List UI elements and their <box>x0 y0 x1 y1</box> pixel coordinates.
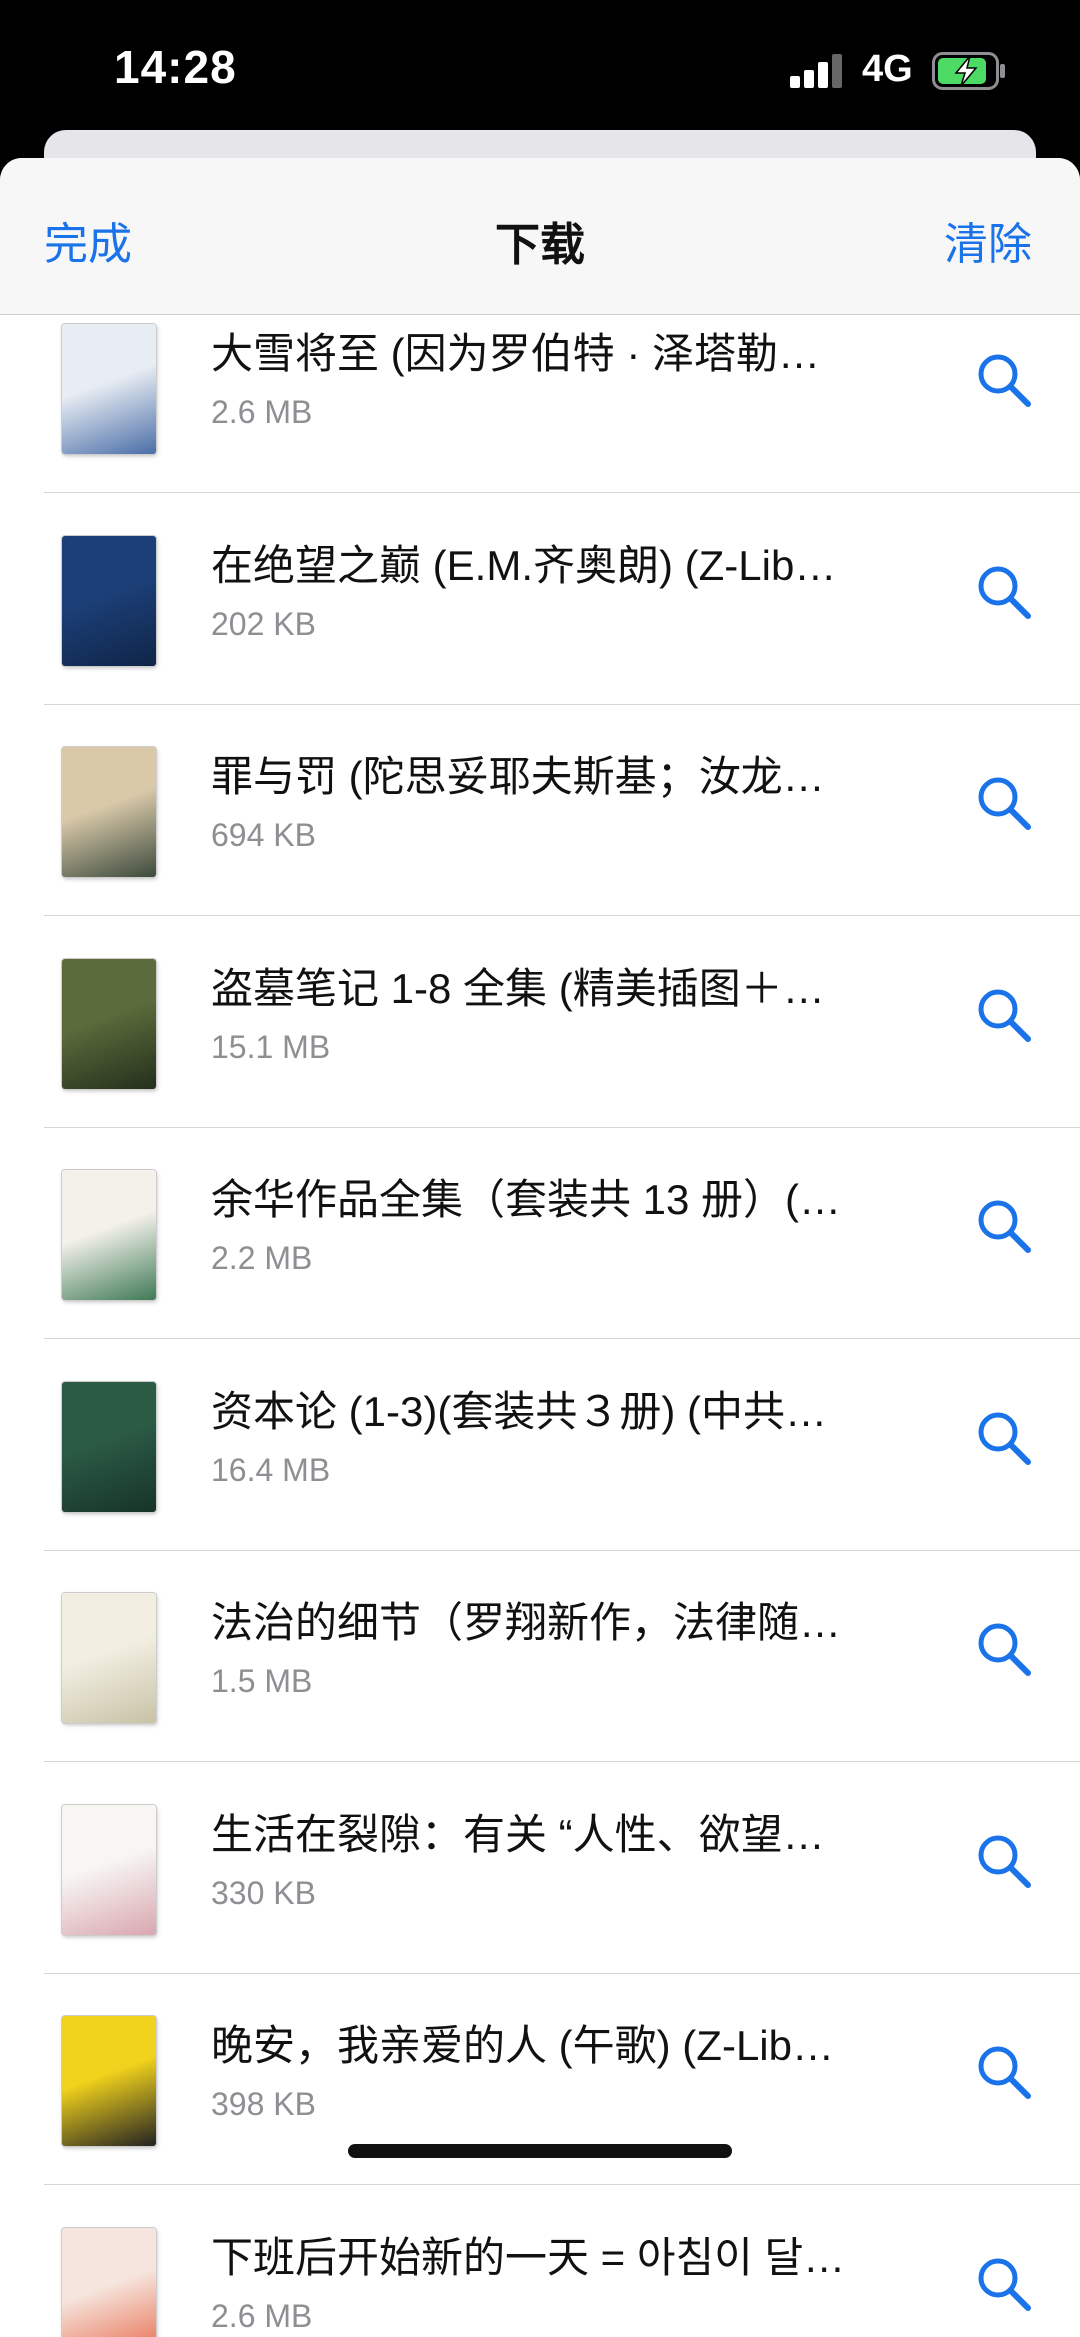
book-cover-thumbnail <box>62 1593 156 1723</box>
book-cover-thumbnail <box>62 1381 156 1512</box>
item-file-size: 1.5 MB <box>211 1663 313 1699</box>
item-title: 资本论 (1-3)(套装共３册) (中共… <box>211 1387 827 1435</box>
list-item[interactable]: 法治的细节（罗翔新作，法律随… 1.5 MB <box>0 1551 1080 1762</box>
item-title: 下班后开始新的一天 = 아침이 달… <box>211 2233 846 2281</box>
item-file-size: 15.1 MB <box>211 1028 331 1065</box>
item-title: 大雪将至 (因为罗伯特 · 泽塔勒… <box>211 330 820 377</box>
item-title: 法治的细节（罗翔新作，法律随… <box>211 1599 842 1646</box>
search-icon[interactable] <box>974 1619 1034 1679</box>
search-icon[interactable] <box>974 985 1034 1045</box>
item-file-size: 202 KB <box>211 605 316 642</box>
search-icon[interactable] <box>974 562 1034 622</box>
battery-charging-icon <box>932 52 1005 90</box>
list-item[interactable]: 余华作品全集（套装共 13 册）(… 2.2 MB <box>0 1128 1080 1339</box>
network-type: 4G <box>862 48 913 90</box>
book-cover-thumbnail <box>62 2016 156 2146</box>
item-file-size: 2.6 MB <box>211 2297 313 2334</box>
search-icon[interactable] <box>974 1408 1034 1468</box>
book-cover-thumbnail <box>62 1804 156 1935</box>
status-bar: 14:28 4G <box>0 0 1080 150</box>
item-title: 晚安，我亲爱的人 (午歌) (Z-Lib… <box>211 2022 834 2069</box>
downloads-sheet: 完成 下载 清除 大雪将至 (因为罗伯特 · 泽塔勒… 2.6 MB 在绝望之巅 (… <box>0 158 1080 2337</box>
book-cover-thumbnail <box>62 747 156 877</box>
list-item[interactable]: 下班后开始新的一天 = 아침이 달… 2.6 MB <box>0 2186 1080 2337</box>
item-title: 在绝望之巅 (E.M.齐奥朗) (Z-Lib… <box>211 541 837 589</box>
search-icon[interactable] <box>974 2254 1034 2314</box>
book-cover-thumbnail <box>62 2227 156 2337</box>
item-title: 余华作品全集（套装共 13 册）(… <box>211 1176 842 1223</box>
list-item[interactable]: 盗墓笔记 1-8 全集 (精美插图＋… 15.1 MB <box>0 917 1080 1128</box>
item-file-size: 2.6 MB <box>211 394 313 430</box>
search-icon[interactable] <box>974 1196 1034 1256</box>
item-file-size: 16.4 MB <box>211 1451 331 1488</box>
list-item[interactable]: 在绝望之巅 (E.M.齐奥朗) (Z-Lib… 202 KB <box>0 494 1080 705</box>
search-icon[interactable] <box>974 1831 1034 1891</box>
item-file-size: 694 KB <box>211 817 316 853</box>
clear-button[interactable]: 清除 <box>944 208 1032 272</box>
status-time: 14:28 <box>114 41 237 93</box>
book-cover-thumbnail <box>62 958 156 1089</box>
home-indicator <box>348 2144 732 2158</box>
item-file-size: 398 KB <box>211 2086 316 2122</box>
item-file-size: 330 KB <box>211 1874 316 1911</box>
search-icon[interactable] <box>974 2042 1034 2102</box>
book-cover-thumbnail <box>62 324 156 454</box>
book-cover-thumbnail <box>62 1170 156 1300</box>
item-file-size: 2.2 MB <box>211 1240 313 1276</box>
item-title: 盗墓笔记 1-8 全集 (精美插图＋… <box>211 964 825 1012</box>
search-icon[interactable] <box>974 773 1034 833</box>
nav-bar: 完成 下载 清除 <box>0 158 1080 315</box>
page-title: 下载 <box>494 219 585 270</box>
cellular-signal-icon <box>790 54 842 88</box>
item-title: 生活在裂隙：有关 “人性、欲望… <box>211 1810 825 1858</box>
item-title: 罪与罚 (陀思妥耶夫斯基；汝龙… <box>211 753 825 800</box>
search-icon[interactable] <box>974 350 1034 410</box>
list-item[interactable]: 罪与罚 (陀思妥耶夫斯基；汝龙… 694 KB <box>0 705 1080 916</box>
list-item[interactable]: 生活在裂隙：有关 “人性、欲望… 330 KB <box>0 1763 1080 1974</box>
book-cover-thumbnail <box>62 535 156 666</box>
list-item[interactable]: 资本论 (1-3)(套装共３册) (中共… 16.4 MB <box>0 1340 1080 1551</box>
